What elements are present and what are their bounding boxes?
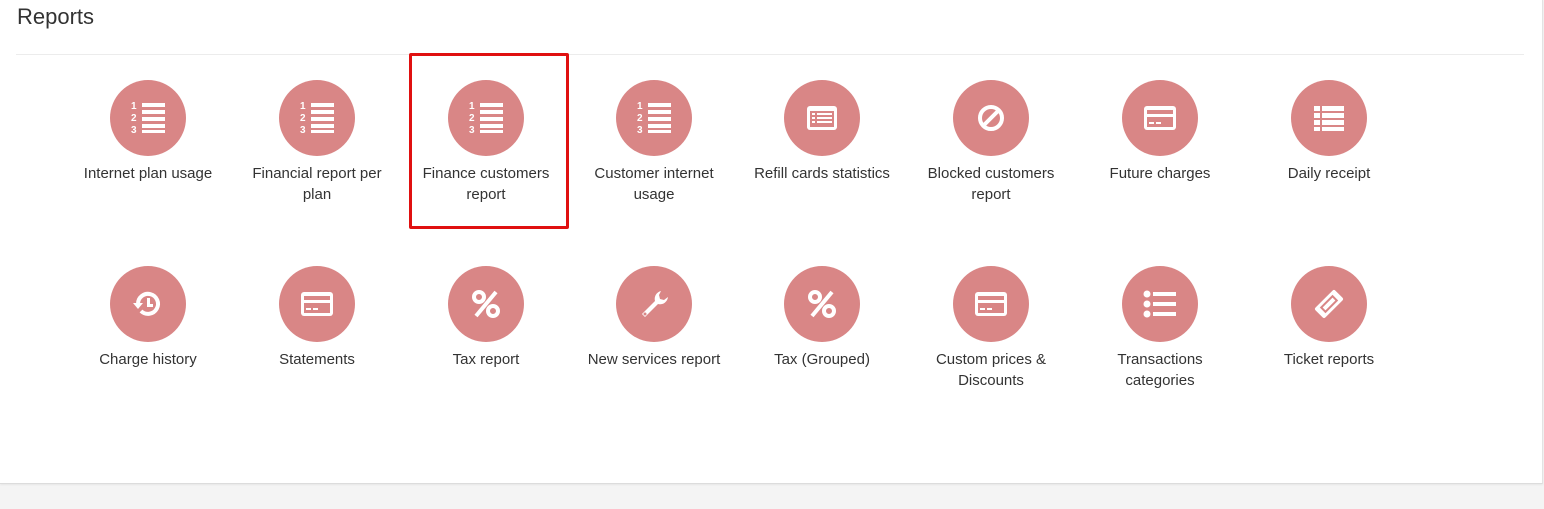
ordered-list-icon: 123 <box>279 80 355 156</box>
svg-text:1: 1 <box>637 101 643 112</box>
report-finance-customers[interactable]: 123 Finance customers report <box>406 80 566 205</box>
list-icon <box>1291 80 1367 156</box>
svg-text:1: 1 <box>300 101 306 112</box>
ticket-icon <box>1291 266 1367 342</box>
ban-icon <box>953 80 1029 156</box>
svg-text:3: 3 <box>300 125 306 136</box>
report-ticket-reports[interactable]: Ticket reports <box>1249 266 1409 370</box>
report-new-services[interactable]: New services report <box>574 266 734 370</box>
svg-text:2: 2 <box>637 113 643 124</box>
report-label: Tax (Grouped) <box>774 351 870 368</box>
ordered-list-icon: 123 <box>448 80 524 156</box>
report-label: Customer internet usage <box>594 165 714 203</box>
svg-text:2: 2 <box>131 113 137 124</box>
credit-card-icon <box>953 266 1029 342</box>
svg-text:2: 2 <box>300 113 306 124</box>
report-charge-history[interactable]: Charge history <box>68 266 228 370</box>
report-tax-grouped[interactable]: Tax (Grouped) <box>742 266 902 370</box>
report-tax[interactable]: Tax report <box>406 266 566 370</box>
report-refill-cards-statistics[interactable]: Refill cards statistics <box>742 80 902 184</box>
report-label: Future charges <box>1109 165 1211 182</box>
page-title: Reports <box>17 4 95 29</box>
svg-text:2: 2 <box>469 113 475 124</box>
percent-icon <box>784 266 860 342</box>
report-label: Daily receipt <box>1287 165 1371 182</box>
report-custom-prices-discounts[interactable]: Custom prices & Discounts <box>911 266 1071 391</box>
report-transactions-categories[interactable]: Transactions categories <box>1080 266 1240 391</box>
svg-text:3: 3 <box>637 125 643 136</box>
report-future-charges[interactable]: Future charges <box>1080 80 1240 184</box>
report-label: Tax report <box>452 351 520 368</box>
report-label: Refill cards statistics <box>754 165 890 182</box>
percent-icon <box>448 266 524 342</box>
report-daily-receipt[interactable]: Daily receipt <box>1249 80 1409 184</box>
report-label: Blocked customers report <box>927 165 1055 203</box>
history-icon <box>110 266 186 342</box>
report-label: Charge history <box>99 351 197 368</box>
report-label: Financial report per plan <box>252 165 382 203</box>
list-alt-icon <box>784 80 860 156</box>
report-blocked-customers[interactable]: Blocked customers report <box>911 80 1071 205</box>
report-label: Transactions categories <box>1117 351 1203 389</box>
report-label: Internet plan usage <box>83 165 213 182</box>
credit-card-icon <box>1122 80 1198 156</box>
report-label: Ticket reports <box>1283 351 1375 368</box>
report-customer-internet-usage[interactable]: 123 Customer internet usage <box>574 80 734 205</box>
ordered-list-icon: 123 <box>616 80 692 156</box>
svg-text:1: 1 <box>131 101 137 112</box>
wrench-icon <box>616 266 692 342</box>
svg-text:1: 1 <box>469 101 475 112</box>
title-divider <box>16 54 1524 55</box>
report-label: New services report <box>587 351 721 368</box>
report-internet-plan-usage[interactable]: 123 Internet plan usage <box>68 80 228 184</box>
report-label: Custom prices & Discounts <box>935 351 1047 389</box>
svg-text:3: 3 <box>131 125 137 136</box>
report-statements[interactable]: Statements <box>237 266 397 370</box>
reports-panel: Reports 123 Internet plan usage 1 2 3 Fi… <box>0 0 1543 484</box>
list-ul-icon <box>1122 266 1198 342</box>
credit-card-icon <box>279 266 355 342</box>
report-financial-per-plan[interactable]: 123 Financial report per plan <box>237 80 397 205</box>
report-label: Finance customers report <box>422 165 550 203</box>
report-label: Statements <box>279 351 355 368</box>
svg-text:3: 3 <box>469 125 475 136</box>
ordered-list-icon: 123 <box>110 80 186 156</box>
